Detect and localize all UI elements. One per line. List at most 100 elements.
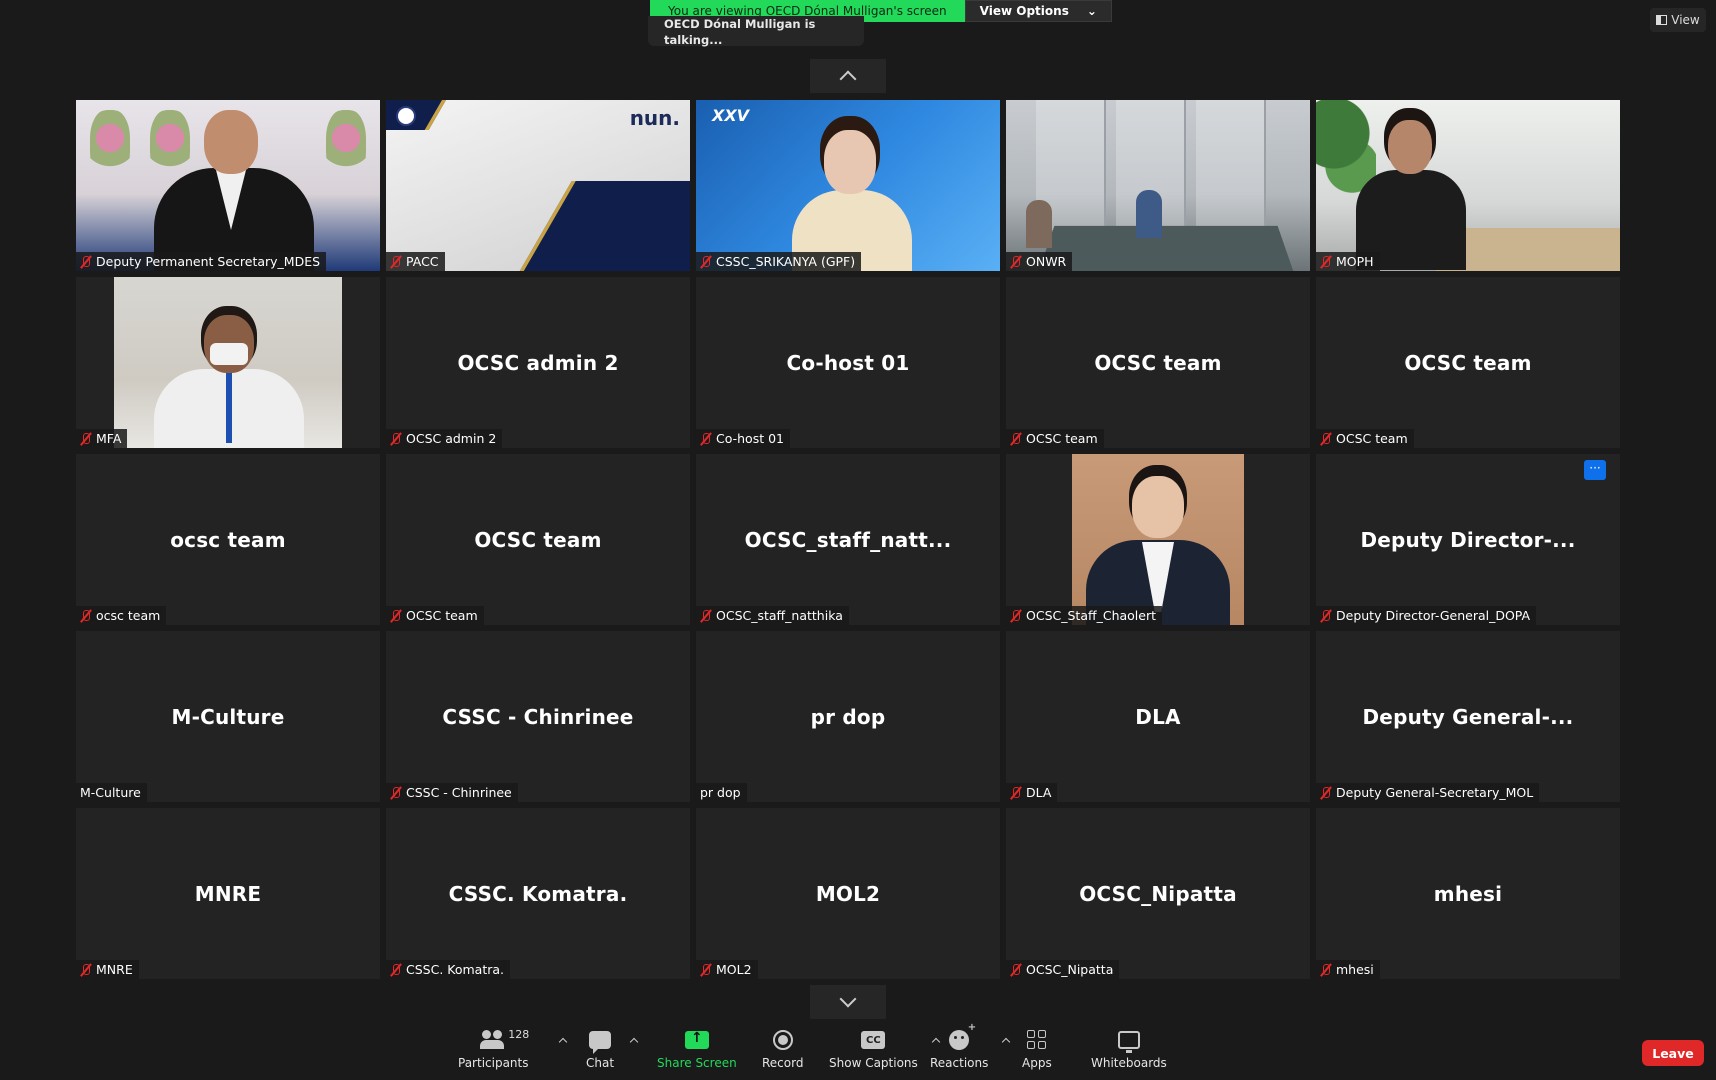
chat-label: Chat: [586, 1056, 615, 1070]
microphone-muted-icon: [700, 255, 712, 269]
participant-display-name: CSSC - Chinrinee: [442, 704, 634, 729]
participant-nameplate: OCSC_Nipatta: [1006, 960, 1120, 979]
tile-more-options-button[interactable]: ···: [1584, 460, 1606, 480]
show-captions-button[interactable]: CC Show Captions: [829, 1028, 941, 1070]
participant-tile[interactable]: pr dop pr dop: [696, 631, 1000, 802]
participant-nameplate: Co-host 01: [696, 429, 790, 448]
participant-tile[interactable]: ONWR: [1006, 100, 1310, 271]
participants-count: 128: [508, 1028, 530, 1041]
participant-tile[interactable]: OCSC team OCSC team: [1316, 277, 1620, 448]
participant-name: OCSC_Nipatta: [1026, 962, 1114, 977]
participant-tile[interactable]: CSSC - Chinrinee CSSC - Chinrinee: [386, 631, 690, 802]
participant-nameplate: CSSC. Komatra.: [386, 960, 511, 979]
participant-display-name: ocsc team: [170, 527, 286, 552]
participant-tile[interactable]: mhesi mhesi: [1316, 808, 1620, 979]
whiteboards-label: Whiteboards: [1091, 1056, 1167, 1070]
participant-display-name: pr dop: [810, 704, 886, 729]
microphone-muted-icon: [1010, 609, 1022, 623]
record-button[interactable]: Record: [762, 1028, 803, 1070]
participant-nameplate: OCSC team: [386, 606, 484, 625]
view-button-label: View: [1671, 13, 1700, 27]
chevron-up-icon[interactable]: [629, 1037, 639, 1047]
participant-tile[interactable]: Deputy Permanent Secretary_MDES: [76, 100, 380, 271]
participant-tile[interactable]: OCSC_Nipatta OCSC_Nipatta: [1006, 808, 1310, 979]
participant-tile[interactable]: OCSC team OCSC team: [1006, 277, 1310, 448]
reactions-button[interactable]: Reactions: [930, 1022, 1011, 1070]
participant-name: PACC: [406, 254, 439, 269]
participant-tile[interactable]: OCSC admin 2 OCSC admin 2: [386, 277, 690, 448]
participant-tile[interactable]: CSSC. Komatra. CSSC. Komatra.: [386, 808, 690, 979]
page-down-button[interactable]: [810, 985, 886, 1019]
participant-name: M-Culture: [80, 785, 141, 800]
participant-tile[interactable]: Deputy Director-... Deputy Director-Gener…: [1316, 454, 1620, 625]
chevron-up-icon[interactable]: [1001, 1037, 1011, 1047]
microphone-muted-icon: [700, 963, 712, 977]
gallery-view-icon: [1656, 15, 1668, 25]
view-options-button[interactable]: View Options ⌄: [964, 0, 1112, 22]
record-icon: [772, 1030, 793, 1050]
participant-display-name: Deputy General-...: [1362, 704, 1574, 729]
participant-name: Deputy Director-General_DOPA: [1336, 608, 1531, 623]
apps-button[interactable]: Apps: [1022, 1028, 1052, 1070]
microphone-muted-icon: [1320, 432, 1332, 446]
view-button[interactable]: View: [1650, 8, 1706, 32]
participant-name: OCSC team: [1336, 431, 1408, 446]
whiteboard-icon: [1117, 1031, 1140, 1053]
participant-tile[interactable]: MOPH: [1316, 100, 1620, 271]
microphone-muted-icon: [700, 609, 712, 623]
page-up-button[interactable]: [810, 59, 886, 93]
participant-tile[interactable]: Co-host 01 Co-host 01: [696, 277, 1000, 448]
leave-button[interactable]: Leave: [1642, 1040, 1704, 1066]
participant-tile[interactable]: DLA DLA: [1006, 631, 1310, 802]
participant-video: [76, 277, 380, 448]
participant-name: CSSC - Chinrinee: [406, 785, 512, 800]
participant-name: MNRE: [96, 962, 133, 977]
chat-button[interactable]: Chat: [586, 1028, 639, 1070]
participant-name: OCSC team: [406, 608, 478, 623]
whiteboards-button[interactable]: Whiteboards: [1091, 1028, 1167, 1070]
participant-nameplate: ONWR: [1006, 252, 1073, 271]
participant-nameplate: Deputy Director-General_DOPA: [1316, 606, 1537, 625]
participant-nameplate: CSSC - Chinrinee: [386, 783, 518, 802]
microphone-muted-icon: [1320, 786, 1332, 800]
participant-tile[interactable]: ocsc team ocsc team: [76, 454, 380, 625]
participant-video: XXV: [696, 100, 1000, 271]
share-screen-button[interactable]: Share Screen: [657, 1028, 737, 1070]
participant-tile[interactable]: XXV CSSC_SRIKANYA (GPF): [696, 100, 1000, 271]
participant-video: [76, 100, 380, 271]
microphone-muted-icon: [1010, 432, 1022, 446]
microphone-muted-icon: [390, 432, 402, 446]
microphone-muted-icon: [390, 609, 402, 623]
chevron-up-icon[interactable]: [559, 1037, 568, 1047]
participant-video: nun.: [386, 100, 690, 271]
participant-tile[interactable]: MNRE MNRE: [76, 808, 380, 979]
participants-button[interactable]: 128 Participants: [458, 1028, 568, 1070]
share-screen-label: Share Screen: [657, 1056, 737, 1070]
participant-tile[interactable]: nun. PACC: [386, 100, 690, 271]
participant-tile[interactable]: MOL2 MOL2: [696, 808, 1000, 979]
participant-name: Deputy Permanent Secretary_MDES: [96, 254, 321, 269]
participant-nameplate: OCSC team: [1006, 429, 1104, 448]
participant-name: pr dop: [700, 785, 741, 800]
show-captions-label: Show Captions: [829, 1056, 918, 1070]
participant-tile[interactable]: OCSC_staff_natt... OCSC_staff_natthika: [696, 454, 1000, 625]
participant-name: Co-host 01: [716, 431, 784, 446]
participant-tile[interactable]: M-Culture M-Culture: [76, 631, 380, 802]
participant-name: CSSC. Komatra.: [406, 962, 505, 977]
participant-display-name: M-Culture: [171, 704, 285, 729]
microphone-muted-icon: [80, 609, 92, 623]
participant-name: MOPH: [1336, 254, 1374, 269]
share-screen-icon: [684, 1030, 709, 1049]
participant-video: [1316, 100, 1620, 271]
participant-tile[interactable]: OCSC team OCSC team: [386, 454, 690, 625]
view-options-label: View Options: [979, 4, 1069, 18]
participant-display-name: CSSC. Komatra.: [448, 881, 628, 906]
participant-tile[interactable]: Deputy General-... Deputy General-Secreta…: [1316, 631, 1620, 802]
meeting-toolbar: 128 Participants Chat Share Screen Recor…: [0, 1020, 1716, 1080]
participant-display-name: OCSC team: [1404, 350, 1532, 375]
participant-tile[interactable]: MFA: [76, 277, 380, 448]
participant-name: CSSC_SRIKANYA (GPF): [716, 254, 856, 269]
participant-nameplate: OCSC admin 2: [386, 429, 503, 448]
captions-icon: CC: [861, 1031, 886, 1049]
participant-tile[interactable]: OCSC_Staff_Chaolert: [1006, 454, 1310, 625]
